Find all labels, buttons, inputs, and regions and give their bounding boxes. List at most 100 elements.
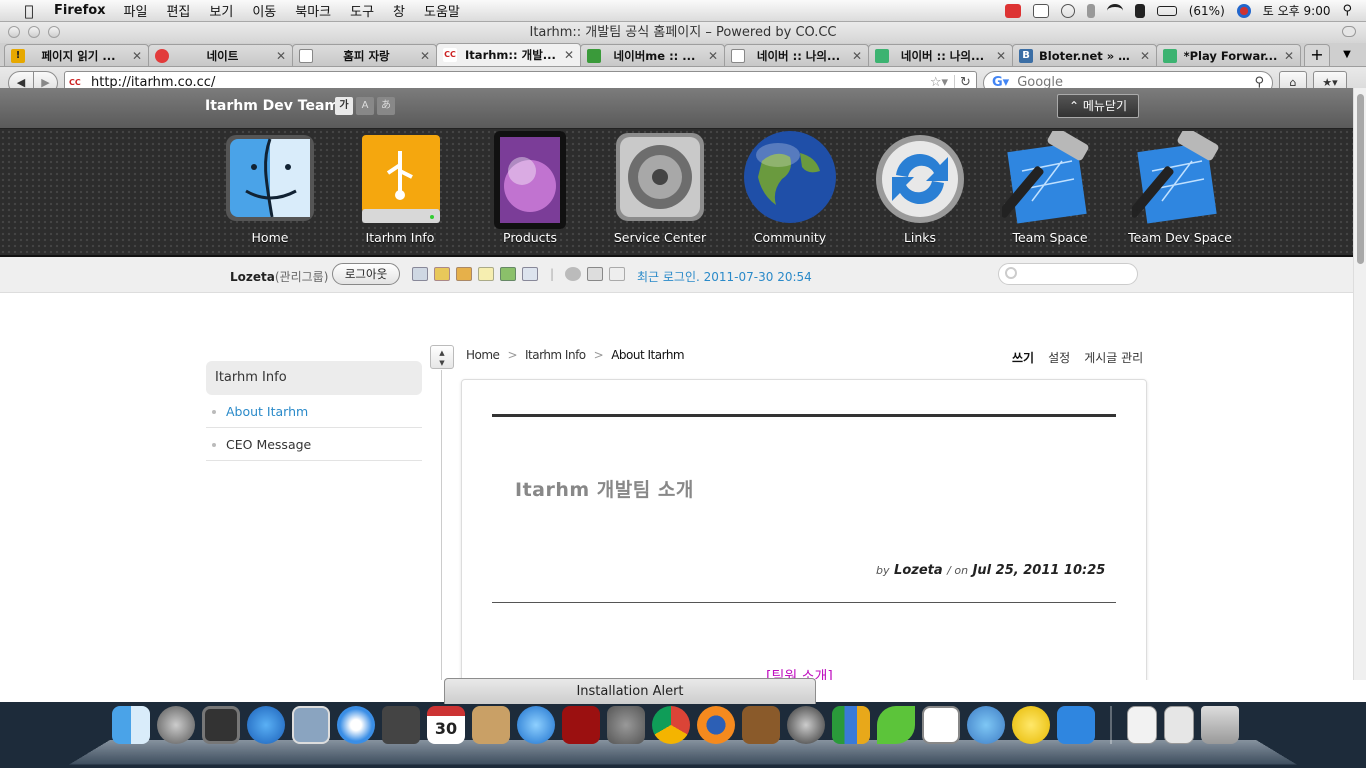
messenger-icon[interactable] bbox=[967, 706, 1005, 744]
menu-close-button[interactable]: ⌃ 메뉴닫기 bbox=[1057, 94, 1139, 118]
mail-icon[interactable] bbox=[522, 267, 538, 281]
sidebar-item-ceo-message[interactable]: CEO Message bbox=[206, 428, 422, 461]
site-search-input[interactable] bbox=[998, 263, 1138, 285]
close-tab-icon[interactable]: ✕ bbox=[420, 49, 430, 63]
document-icon[interactable] bbox=[1164, 706, 1194, 744]
close-tab-icon[interactable]: ✕ bbox=[276, 49, 286, 63]
menubar-clock[interactable]: 토 오후 9:00 bbox=[1263, 2, 1331, 19]
time-machine-icon[interactable] bbox=[1060, 3, 1075, 18]
font-korean-button[interactable]: 가 bbox=[335, 97, 353, 115]
adium-icon[interactable] bbox=[1012, 706, 1050, 744]
tab-8[interactable]: B Bloter.net » B... ✕ bbox=[1012, 44, 1157, 66]
sidebar-toggle-button[interactable]: ▲ ▼ bbox=[430, 345, 454, 369]
page-scrollbar[interactable] bbox=[1353, 88, 1366, 680]
breadcrumb-home[interactable]: Home bbox=[466, 348, 500, 362]
chrome-icon[interactable] bbox=[652, 706, 690, 744]
tab-9[interactable]: *Play Forwar... ✕ bbox=[1156, 44, 1301, 66]
menu-view[interactable]: 보기 bbox=[209, 1, 233, 20]
volume-icon[interactable] bbox=[1134, 3, 1145, 18]
leaf-icon[interactable] bbox=[877, 706, 915, 744]
zoom-window-button[interactable] bbox=[48, 26, 60, 38]
nav-community[interactable]: Community bbox=[730, 131, 850, 245]
firefox-icon[interactable] bbox=[697, 706, 735, 744]
nav-team-dev-space[interactable]: Team Dev Space bbox=[1120, 127, 1240, 245]
itunes-icon[interactable] bbox=[517, 706, 555, 744]
wifi-icon[interactable] bbox=[1106, 3, 1123, 18]
close-tab-icon[interactable]: ✕ bbox=[996, 49, 1006, 63]
nav-team-space[interactable]: Team Space bbox=[990, 127, 1110, 245]
menu-help[interactable]: 도움말 bbox=[424, 1, 460, 20]
close-window-button[interactable] bbox=[8, 26, 20, 38]
manage-posts-link[interactable]: 게시글 관리 bbox=[1084, 349, 1143, 366]
toolbar-toggle-button[interactable] bbox=[1342, 26, 1356, 37]
menu-bookmarks[interactable]: 북마크 bbox=[295, 1, 331, 20]
minimize-window-button[interactable] bbox=[28, 26, 40, 38]
keynote-icon[interactable] bbox=[742, 706, 780, 744]
tab-3[interactable]: 홈피 자랑 ✕ bbox=[292, 44, 437, 66]
rtf-document-icon[interactable] bbox=[1127, 706, 1157, 744]
gear-icon[interactable] bbox=[565, 267, 581, 281]
users-icon[interactable] bbox=[500, 267, 516, 281]
safari-icon[interactable] bbox=[337, 706, 375, 744]
logout-button[interactable]: 로그아웃 bbox=[332, 263, 400, 285]
tab-7[interactable]: 네이버 :: 나의... ✕ bbox=[868, 44, 1013, 66]
close-tab-icon[interactable]: ✕ bbox=[852, 49, 862, 63]
nate-tray-icon[interactable] bbox=[1032, 3, 1049, 18]
menu-tools[interactable]: 도구 bbox=[350, 1, 374, 20]
folder-icon[interactable] bbox=[456, 267, 472, 281]
close-tab-icon[interactable]: ✕ bbox=[708, 49, 718, 63]
menu-go[interactable]: 이동 bbox=[252, 1, 276, 20]
sidebar-item-about-itarhm[interactable]: About Itarhm bbox=[206, 395, 422, 428]
calendar-icon[interactable]: 30 bbox=[427, 706, 465, 744]
menu-edit[interactable]: 편집 bbox=[166, 1, 190, 20]
nav-service-center[interactable]: Service Center bbox=[600, 131, 720, 245]
tab-4-active[interactable]: CC Itarhm:: 개발... ✕ bbox=[436, 43, 581, 66]
write-link[interactable]: 쓰기 bbox=[1012, 349, 1034, 366]
korean-input-icon[interactable] bbox=[1236, 3, 1251, 18]
app-menu[interactable]: Firefox bbox=[54, 3, 106, 18]
menu-file[interactable]: 파일 bbox=[124, 1, 148, 20]
close-tab-icon[interactable]: ✕ bbox=[132, 49, 142, 63]
new-tab-button[interactable]: + bbox=[1304, 44, 1330, 66]
nav-links[interactable]: Links bbox=[860, 131, 980, 245]
notebook-icon[interactable] bbox=[434, 267, 450, 281]
battery-icon[interactable] bbox=[1156, 5, 1177, 16]
font-english-button[interactable]: A bbox=[356, 97, 374, 115]
font-japanese-button[interactable]: あ bbox=[377, 97, 395, 115]
address-book-icon[interactable] bbox=[472, 706, 510, 744]
xcode-icon[interactable] bbox=[1057, 706, 1095, 744]
sidebar-heading[interactable]: Itarhm Info bbox=[206, 361, 422, 395]
nav-itarhm-info[interactable]: Itarhm Info bbox=[340, 131, 460, 245]
nate-icon[interactable] bbox=[922, 706, 960, 744]
nav-home[interactable]: Home bbox=[210, 131, 330, 245]
menu-window[interactable]: 창 bbox=[393, 1, 405, 20]
scrollbar-thumb[interactable] bbox=[1357, 94, 1364, 264]
numbers-icon[interactable] bbox=[832, 706, 870, 744]
xcode-pen-icon[interactable] bbox=[787, 706, 825, 744]
close-tab-icon[interactable]: ✕ bbox=[1140, 49, 1150, 63]
site-title[interactable]: Itarhm Dev Team bbox=[205, 98, 339, 114]
app-store-icon[interactable] bbox=[247, 706, 285, 744]
bluetooth-icon[interactable] bbox=[1086, 3, 1095, 18]
document-icon[interactable] bbox=[478, 267, 494, 281]
tab-6[interactable]: 네이버 :: 나의... ✕ bbox=[724, 44, 869, 66]
finder-icon[interactable] bbox=[112, 706, 150, 744]
installation-alert[interactable]: Installation Alert bbox=[444, 678, 816, 704]
window-icon[interactable] bbox=[587, 267, 603, 281]
spotlight-icon[interactable]: ⚲ bbox=[1342, 3, 1352, 18]
photo-booth-icon[interactable] bbox=[202, 706, 240, 744]
profile-card-icon[interactable] bbox=[412, 267, 428, 281]
system-preferences-icon[interactable] bbox=[607, 706, 645, 744]
tab-list-icon[interactable]: ▼ bbox=[1336, 44, 1358, 66]
launchpad-icon[interactable] bbox=[157, 706, 195, 744]
record-icon[interactable] bbox=[1004, 3, 1021, 18]
trash-icon[interactable] bbox=[1201, 706, 1239, 744]
nav-products[interactable]: Products bbox=[470, 131, 590, 245]
settings-link[interactable]: 설정 bbox=[1048, 349, 1070, 366]
tab-5[interactable]: 네이버me :: ... ✕ bbox=[580, 44, 725, 66]
dvd-player-icon[interactable] bbox=[562, 706, 600, 744]
close-tab-icon[interactable]: ✕ bbox=[564, 48, 574, 62]
tab-2[interactable]: 네이트 ✕ bbox=[148, 44, 293, 66]
preview-icon[interactable] bbox=[292, 706, 330, 744]
facetime-icon[interactable] bbox=[382, 706, 420, 744]
